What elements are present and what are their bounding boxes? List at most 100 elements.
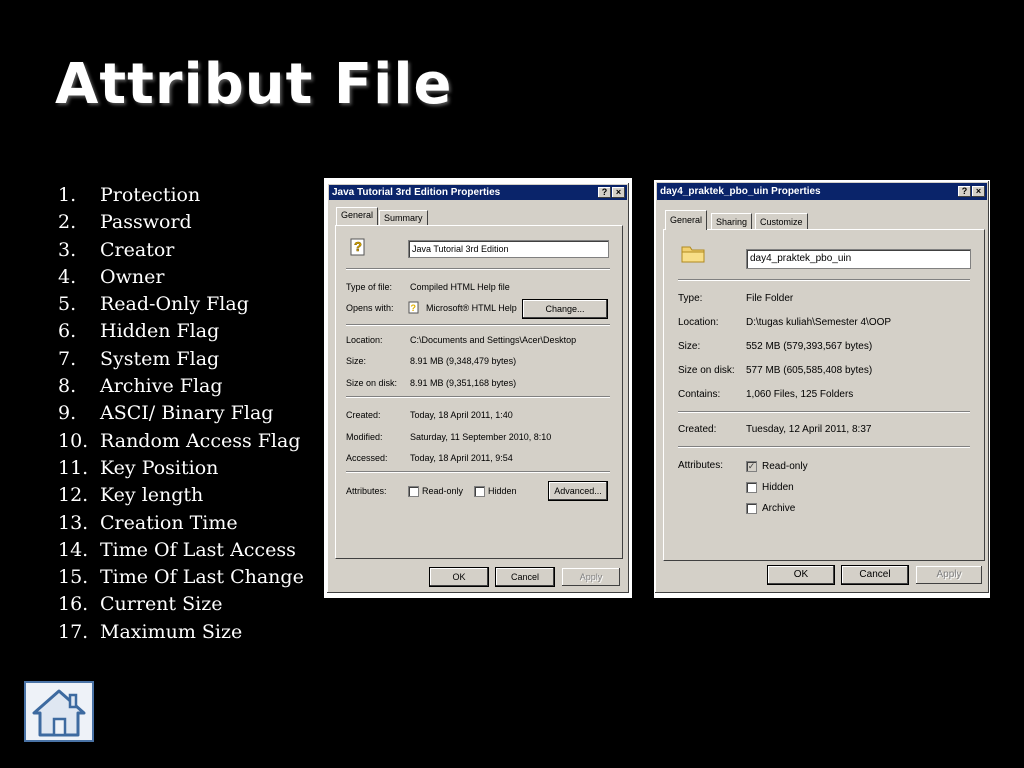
- list-item: 6. Hidden Flag: [58, 320, 220, 343]
- size-label: Size:: [678, 341, 701, 352]
- screenshot-folder-properties: day4_praktek_pbo_uin Properties ? × Gene…: [654, 180, 990, 598]
- archive-checkbox[interactable]: [746, 503, 757, 514]
- list-item: 13. Creation Time: [58, 511, 238, 534]
- svg-text:?: ?: [354, 239, 362, 254]
- attributes-label: Attributes:: [346, 486, 387, 496]
- created-value: Tuesday, 12 April 2011, 8:37: [746, 424, 872, 435]
- size-on-disk-value: 577 MB (605,585,408 bytes): [746, 365, 873, 376]
- name-field[interactable]: day4_praktek_pbo_uin: [746, 249, 971, 269]
- advanced-button[interactable]: Advanced...: [548, 481, 608, 501]
- help-title-button[interactable]: ?: [598, 187, 611, 198]
- hidden-label: Hidden: [762, 482, 794, 493]
- created-label: Created:: [346, 410, 381, 420]
- opens-value: Microsoft® HTML Help: [426, 303, 517, 313]
- ok-button[interactable]: OK: [429, 567, 489, 587]
- opens-label: Opens with:: [346, 303, 394, 313]
- archive-label: Archive: [762, 503, 796, 514]
- ok-button[interactable]: OK: [767, 565, 835, 585]
- separator: [678, 446, 970, 448]
- close-title-button[interactable]: ×: [972, 186, 985, 197]
- type-value: File Folder: [746, 293, 794, 304]
- separator: [678, 411, 970, 413]
- help-title-button[interactable]: ?: [958, 186, 971, 197]
- list-item: 5. Read-Only Flag: [58, 293, 249, 316]
- cancel-button[interactable]: Cancel: [495, 567, 555, 587]
- location-label: Location:: [678, 317, 719, 328]
- location-value: C:\Documents and Settings\Acer\Desktop: [410, 335, 577, 345]
- list-item: 16. Current Size: [58, 593, 223, 616]
- separator: [346, 324, 610, 326]
- accessed-label: Accessed:: [346, 453, 388, 463]
- java-properties-dialog: Java Tutorial 3rd Edition Properties ? ×…: [326, 182, 630, 594]
- attributes-label: Attributes:: [678, 460, 724, 471]
- dialog-title: Java Tutorial 3rd Edition Properties: [329, 185, 627, 200]
- separator: [346, 396, 610, 398]
- accessed-value: Today, 18 April 2011, 9:54: [410, 453, 513, 463]
- list-item: 14. Time Of Last Access: [58, 538, 296, 561]
- size-value: 8.91 MB (9,348,479 bytes): [410, 356, 517, 366]
- screenshot-java-properties: Java Tutorial 3rd Edition Properties ? ×…: [324, 178, 632, 598]
- attribute-list: 1. Protection 2. Password 3. Creator 4. Owne…: [58, 182, 304, 646]
- list-item: 9. ASCI/ Binary Flag: [58, 402, 274, 425]
- tab-summary[interactable]: Summary: [379, 210, 428, 225]
- hidden-checkbox[interactable]: [474, 486, 485, 497]
- list-item: 17. Maximum Size: [58, 620, 243, 643]
- list-item: 15. Time Of Last Change: [58, 566, 304, 589]
- list-item: 8. Archive Flag: [58, 375, 223, 398]
- separator: [346, 471, 610, 473]
- list-item: 12. Key length: [58, 484, 204, 507]
- cancel-button[interactable]: Cancel: [841, 565, 909, 585]
- tab-sharing[interactable]: Sharing: [711, 213, 753, 230]
- modified-value: Saturday, 11 September 2010, 8:10: [410, 432, 552, 442]
- svg-text:?: ?: [411, 303, 417, 313]
- general-panel: day4_praktek_pbo_uin Type: File Folder L…: [663, 229, 985, 561]
- readonly-label: Read-only: [422, 486, 464, 496]
- created-label: Created:: [678, 424, 717, 435]
- type-label: Type of file:: [346, 282, 393, 292]
- list-item: 10. Random Access Flag: [58, 429, 301, 452]
- readonly-label: Read-only: [762, 461, 808, 472]
- type-value: Compiled HTML Help file: [410, 282, 510, 292]
- readonly-checkbox[interactable]: [408, 486, 419, 497]
- contains-label: Contains:: [678, 389, 721, 400]
- folder-icon: [681, 246, 705, 263]
- slide-title: Attribut File: [55, 52, 453, 117]
- size-on-disk-value: 8.91 MB (9,351,168 bytes): [410, 378, 517, 388]
- list-item: 1. Protection: [58, 184, 201, 206]
- location-label: Location:: [346, 335, 383, 345]
- change-button[interactable]: Change...: [522, 299, 608, 319]
- hidden-label: Hidden: [488, 486, 517, 496]
- size-label: Size:: [346, 356, 367, 366]
- list-item: 2. Password: [58, 211, 192, 234]
- name-field[interactable]: Java Tutorial 3rd Edition: [408, 240, 609, 258]
- size-on-disk-label: Size on disk:: [346, 378, 398, 388]
- type-label: Type:: [678, 293, 703, 304]
- folder-properties-dialog: day4_praktek_pbo_uin Properties ? × Gene…: [654, 180, 990, 594]
- list-item: 11. Key Position: [58, 456, 219, 479]
- size-on-disk-label: Size on disk:: [678, 365, 735, 376]
- separator: [678, 279, 970, 281]
- home-icon: [32, 689, 86, 737]
- modified-label: Modified:: [346, 432, 383, 442]
- list-item: 7. System Flag: [58, 347, 220, 370]
- apply-button[interactable]: Apply: [561, 567, 621, 587]
- list-item: 3. Creator: [58, 238, 175, 261]
- tab-general[interactable]: General: [665, 210, 708, 230]
- hidden-checkbox[interactable]: [746, 482, 757, 493]
- tab-general[interactable]: General: [336, 207, 379, 225]
- contains-value: 1,060 Files, 125 Folders: [746, 389, 854, 400]
- home-button[interactable]: [24, 681, 94, 742]
- size-value: 552 MB (579,393,567 bytes): [746, 341, 873, 352]
- created-value: Today, 18 April 2011, 1:40: [410, 410, 513, 420]
- help-file-icon: ?: [350, 238, 365, 256]
- close-title-button[interactable]: ×: [612, 187, 625, 198]
- list-item: 4. Owner: [58, 265, 165, 288]
- location-value: D:\tugas kuliah\Semester 4\OOP: [746, 317, 892, 328]
- separator: [346, 268, 610, 270]
- readonly-checkbox[interactable]: ✓: [746, 461, 757, 472]
- tab-customize[interactable]: Customize: [755, 213, 808, 230]
- html-help-icon: ?: [408, 301, 419, 314]
- apply-button[interactable]: Apply: [915, 565, 983, 585]
- general-panel: ? Java Tutorial 3rd Edition Type of file…: [335, 225, 623, 559]
- dialog-title: day4_praktek_pbo_uin Properties: [657, 183, 987, 200]
